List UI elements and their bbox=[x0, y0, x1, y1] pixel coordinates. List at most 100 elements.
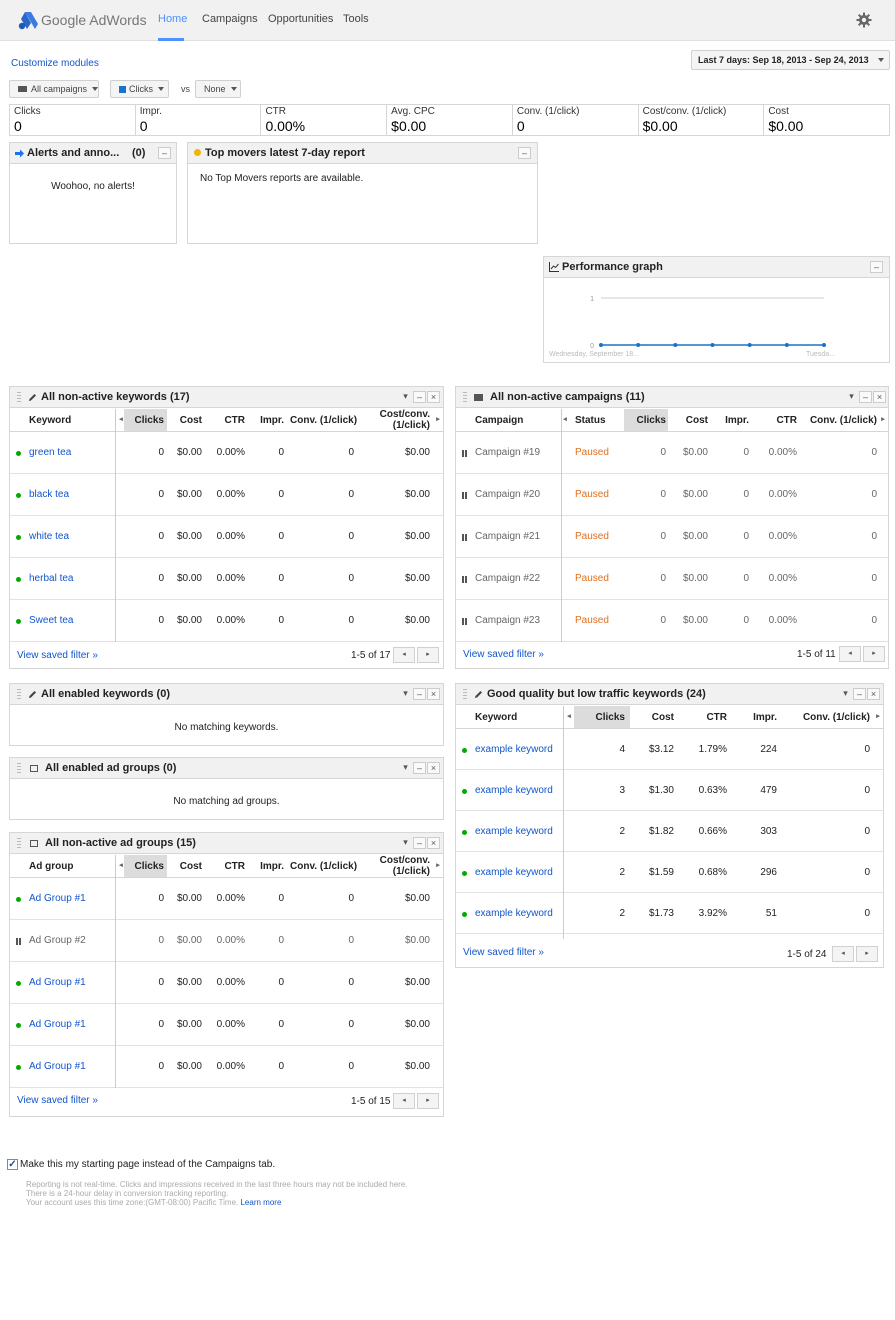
nav-opportunities[interactable]: Opportunities bbox=[268, 13, 333, 25]
scroll-left-icon[interactable]: ◂ bbox=[566, 711, 572, 723]
learn-more-link[interactable]: Learn more bbox=[240, 1198, 281, 1207]
dropdown-caret-button[interactable]: ▾ bbox=[845, 391, 858, 403]
col-impr[interactable]: Impr. bbox=[250, 415, 284, 426]
close-button[interactable]: × bbox=[427, 762, 440, 774]
ad-group-link[interactable]: Ad Group #1 bbox=[29, 1019, 86, 1030]
close-button[interactable]: × bbox=[427, 688, 440, 700]
ad-group-link[interactable]: Ad Group #1 bbox=[29, 1061, 86, 1072]
keyword-link[interactable]: example keyword bbox=[475, 744, 553, 755]
view-saved-filter-link[interactable]: View saved filter » bbox=[463, 947, 544, 958]
minimize-button[interactable]: – bbox=[518, 147, 531, 159]
keyword-link[interactable]: herbal tea bbox=[29, 573, 73, 584]
status-paused[interactable]: Paused bbox=[575, 489, 609, 500]
col-conv[interactable]: Conv. (1/click) bbox=[804, 415, 877, 426]
scroll-right-icon[interactable]: ▸ bbox=[435, 414, 441, 426]
minimize-button[interactable]: – bbox=[859, 391, 872, 403]
scroll-right-icon[interactable]: ▸ bbox=[880, 414, 886, 426]
view-saved-filter-link[interactable]: View saved filter » bbox=[17, 650, 98, 661]
col-clicks[interactable]: Clicks bbox=[130, 861, 164, 872]
col-impr[interactable]: Impr. bbox=[716, 415, 749, 426]
next-page-button[interactable]: ▸ bbox=[856, 946, 878, 962]
prev-page-button[interactable]: ◂ bbox=[832, 946, 854, 962]
status-paused[interactable]: Paused bbox=[575, 573, 609, 584]
col-campaign[interactable]: Campaign bbox=[475, 415, 523, 426]
col-conv[interactable]: Conv. (1/click) bbox=[290, 861, 357, 872]
dropdown-caret-button[interactable]: ▾ bbox=[399, 391, 412, 403]
status-paused[interactable]: Paused bbox=[575, 531, 609, 542]
starting-page-checkbox[interactable]: ✓ bbox=[7, 1159, 18, 1170]
nav-tools[interactable]: Tools bbox=[343, 13, 369, 25]
drag-handle[interactable] bbox=[463, 392, 467, 403]
dropdown-caret-button[interactable]: ▾ bbox=[399, 762, 412, 774]
keyword-link[interactable]: example keyword bbox=[475, 867, 553, 878]
campaign-name[interactable]: Campaign #19 bbox=[475, 447, 540, 458]
col-clicks[interactable]: Clicks bbox=[130, 415, 164, 426]
scroll-right-icon[interactable]: ▸ bbox=[435, 860, 441, 872]
col-cost[interactable]: Cost bbox=[674, 415, 708, 426]
drag-handle[interactable] bbox=[17, 689, 21, 700]
col-cost[interactable]: Cost bbox=[170, 861, 202, 872]
col-ctr[interactable]: CTR bbox=[210, 861, 245, 872]
nav-campaigns[interactable]: Campaigns bbox=[202, 13, 258, 25]
col-impr[interactable]: Impr. bbox=[736, 712, 777, 723]
ad-group-link[interactable]: Ad Group #2 bbox=[29, 935, 86, 946]
metric2-dropdown[interactable]: None bbox=[195, 80, 241, 98]
close-button[interactable]: × bbox=[427, 837, 440, 849]
campaign-name[interactable]: Campaign #22 bbox=[475, 573, 540, 584]
col-keyword[interactable]: Keyword bbox=[475, 712, 517, 723]
keyword-link[interactable]: example keyword bbox=[475, 785, 553, 796]
ad-group-link[interactable]: Ad Group #1 bbox=[29, 977, 86, 988]
next-page-button[interactable]: ▸ bbox=[863, 646, 885, 662]
campaign-name[interactable]: Campaign #23 bbox=[475, 615, 540, 626]
col-cost-conv[interactable]: Cost/conv. bbox=[370, 409, 430, 420]
keyword-link[interactable]: black tea bbox=[29, 489, 69, 500]
col-keyword[interactable]: Keyword bbox=[29, 415, 71, 426]
next-page-button[interactable]: ▸ bbox=[417, 1093, 439, 1109]
status-paused[interactable]: Paused bbox=[575, 447, 609, 458]
drag-handle[interactable] bbox=[463, 689, 467, 700]
close-button[interactable]: × bbox=[427, 391, 440, 403]
date-range-selector[interactable]: Last 7 days: Sep 18, 2013 - Sep 24, 2013 bbox=[691, 50, 890, 70]
col-cost[interactable]: Cost bbox=[170, 415, 202, 426]
col-ctr[interactable]: CTR bbox=[756, 415, 797, 426]
minimize-button[interactable]: – bbox=[870, 261, 883, 273]
view-saved-filter-link[interactable]: View saved filter » bbox=[17, 1095, 98, 1106]
campaigns-filter-dropdown[interactable]: All campaigns bbox=[9, 80, 99, 98]
close-button[interactable]: × bbox=[867, 688, 880, 700]
view-saved-filter-link[interactable]: View saved filter » bbox=[463, 649, 544, 660]
col-clicks[interactable]: Clicks bbox=[628, 415, 666, 426]
minimize-button[interactable]: – bbox=[413, 391, 426, 403]
col-ctr[interactable]: CTR bbox=[210, 415, 245, 426]
gear-icon[interactable] bbox=[856, 12, 872, 28]
col-impr[interactable]: Impr. bbox=[250, 861, 284, 872]
prev-page-button[interactable]: ◂ bbox=[393, 647, 415, 663]
keyword-link[interactable]: green tea bbox=[29, 447, 71, 458]
next-page-button[interactable]: ▸ bbox=[417, 647, 439, 663]
scroll-left-icon[interactable]: ◂ bbox=[118, 414, 124, 426]
col-ad-group[interactable]: Ad group bbox=[29, 861, 73, 872]
col-conv[interactable]: Conv. (1/click) bbox=[290, 415, 357, 426]
scroll-right-icon[interactable]: ▸ bbox=[875, 711, 881, 723]
status-paused[interactable]: Paused bbox=[575, 615, 609, 626]
customize-modules-link[interactable]: Customize modules bbox=[11, 58, 99, 69]
col-cost[interactable]: Cost bbox=[634, 712, 674, 723]
ad-group-link[interactable]: Ad Group #1 bbox=[29, 893, 86, 904]
keyword-link[interactable]: example keyword bbox=[475, 908, 553, 919]
prev-page-button[interactable]: ◂ bbox=[393, 1093, 415, 1109]
col-conv[interactable]: Conv. (1/click) bbox=[786, 712, 870, 723]
dropdown-caret-button[interactable]: ▾ bbox=[399, 688, 412, 700]
col-ctr[interactable]: CTR bbox=[682, 712, 727, 723]
close-button[interactable]: × bbox=[873, 391, 886, 403]
campaign-name[interactable]: Campaign #21 bbox=[475, 531, 540, 542]
minimize-button[interactable]: – bbox=[413, 837, 426, 849]
campaign-name[interactable]: Campaign #20 bbox=[475, 489, 540, 500]
minimize-button[interactable]: – bbox=[413, 688, 426, 700]
metric1-dropdown[interactable]: Clicks bbox=[110, 80, 169, 98]
keyword-link[interactable]: Sweet tea bbox=[29, 615, 73, 626]
scroll-left-icon[interactable]: ◂ bbox=[562, 414, 568, 426]
col-status[interactable]: Status bbox=[575, 415, 606, 426]
drag-handle[interactable] bbox=[17, 838, 21, 849]
col-cost-conv[interactable]: Cost/conv. bbox=[370, 855, 430, 866]
drag-handle[interactable] bbox=[17, 763, 21, 774]
prev-page-button[interactable]: ◂ bbox=[839, 646, 861, 662]
